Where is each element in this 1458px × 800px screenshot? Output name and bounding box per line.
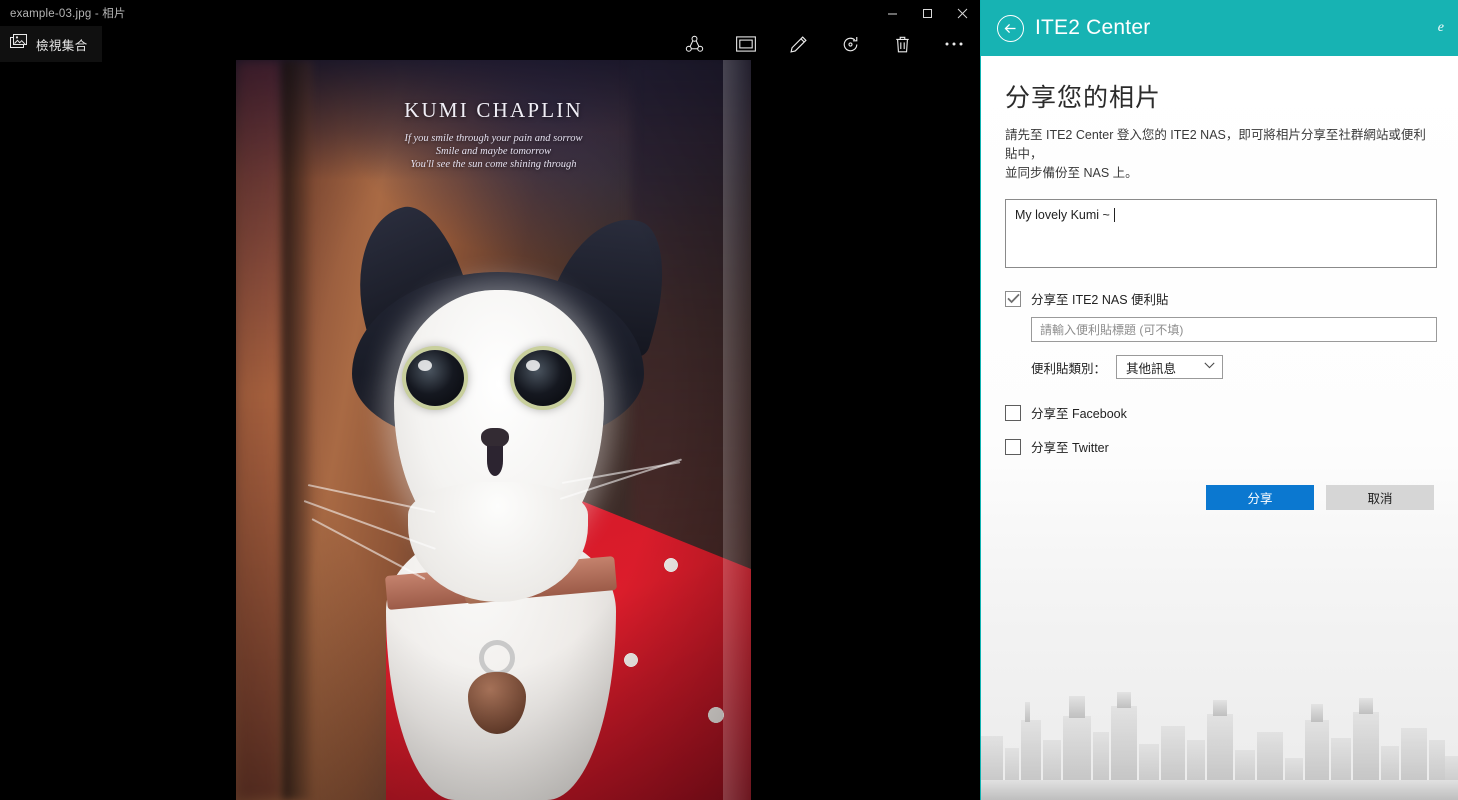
screen: example-03.jpg - 相片 KUMI CHAPLIN If you … — [0, 0, 1458, 800]
page-title: 分享您的相片 — [1005, 84, 1162, 112]
nas-note-label: 分享至 ITE2 NAS 便利貼 — [1031, 293, 1169, 307]
photo-stage: KUMI CHAPLIN If you smile through your p… — [0, 26, 980, 800]
share-description-line-2: 並同步備份至 NAS 上。 — [1005, 166, 1138, 180]
twitter-checkbox[interactable] — [1005, 438, 1021, 455]
back-arrow-icon[interactable] — [997, 14, 1024, 42]
window-controls — [875, 0, 980, 26]
trash-icon[interactable] — [876, 26, 928, 62]
photo-door-frame — [282, 60, 312, 800]
cancel-button[interactable]: 取消 — [1326, 485, 1434, 510]
message-value: My lovely Kumi ~ — [1015, 208, 1110, 222]
photo-cat-eye-left — [406, 350, 464, 406]
share-icon[interactable] — [668, 26, 720, 62]
facebook-label: 分享至 Facebook — [1031, 407, 1127, 421]
photo-wall-stripe — [236, 60, 282, 800]
photo-cat-head — [303, 196, 683, 602]
nas-note-category-select[interactable]: 其他訊息 — [1116, 355, 1224, 379]
window-title: example-03.jpg - 相片 — [10, 8, 126, 20]
chevron-down-icon — [1204, 362, 1215, 372]
photo-cat-nose — [481, 428, 509, 448]
share-button[interactable]: 分享 — [1206, 485, 1314, 510]
slideshow-icon[interactable] — [720, 26, 772, 62]
ellipsis-icon[interactable] — [928, 26, 980, 62]
maximize-button[interactable] — [910, 0, 945, 26]
photo-overlay-line-3: You'll see the sun come shining through — [410, 159, 577, 170]
pencil-icon[interactable] — [772, 26, 824, 62]
nas-note-category-value: 其他訊息 — [1126, 361, 1177, 376]
nas-note-title-input[interactable]: 請輸入便利貼標題 (可不填) — [1031, 317, 1437, 342]
skyline-illustration — [981, 692, 1458, 800]
minimize-button[interactable] — [875, 0, 910, 26]
ite2-share-panel: ITE2 Center e 分享您的相片 請先至 ITE2 Center 登入您… — [980, 0, 1458, 800]
photo-overlay-line-2: Smile and maybe tomorrow — [435, 146, 552, 157]
photo-overlay-line-1: If you smile through your pain and sorro… — [404, 133, 583, 144]
photos-toolbar: 檢視集合 — [0, 26, 980, 62]
share-panel-buttons: 分享 取消 — [1005, 485, 1434, 510]
photo-collar-ring — [479, 640, 515, 676]
twitter-checkbox-row[interactable]: 分享至 Twitter — [1005, 437, 1434, 456]
photo-overlay-title: KUMI CHAPLIN — [404, 98, 583, 122]
photo-text-overlay: KUMI CHAPLIN If you smile through your p… — [236, 98, 751, 171]
photos-app-window: example-03.jpg - 相片 KUMI CHAPLIN If you … — [0, 0, 980, 800]
share-description: 請先至 ITE2 Center 登入您的 ITE2 NAS，即可將相片分享至社群… — [1005, 126, 1434, 183]
nas-note-checkbox-row[interactable]: 分享至 ITE2 NAS 便利貼 — [1005, 289, 1434, 308]
nas-note-checkbox[interactable] — [1005, 290, 1021, 307]
message-textarea[interactable]: My lovely Kumi ~ — [1005, 199, 1437, 268]
view-collection-button[interactable]: 檢視集合 — [0, 26, 102, 62]
facebook-checkbox-row[interactable]: 分享至 Facebook — [1005, 403, 1434, 422]
toolbar-actions — [668, 26, 980, 62]
panel-title: ITE2 Center — [1035, 16, 1151, 39]
text-caret — [1113, 208, 1115, 222]
share-panel-content: 分享您的相片 請先至 ITE2 Center 登入您的 ITE2 NAS，即可將… — [981, 56, 1458, 510]
nas-note-category-row: 便利貼類別： 其他訊息 — [1031, 355, 1434, 379]
rotate-icon[interactable] — [824, 26, 876, 62]
twitter-label: 分享至 Twitter — [1031, 441, 1109, 455]
ite2-logo-icon: e — [1437, 20, 1444, 35]
view-collection-label: 檢視集合 — [36, 38, 88, 53]
photo-image[interactable]: KUMI CHAPLIN If you smile through your p… — [236, 60, 751, 800]
nas-note-category-label: 便利貼類別： — [1031, 361, 1107, 376]
window-titlebar: example-03.jpg - 相片 — [0, 0, 980, 26]
share-panel-header: ITE2 Center e — [981, 0, 1458, 56]
facebook-checkbox[interactable] — [1005, 404, 1021, 421]
photo-cat-eye-right — [514, 350, 572, 406]
share-description-line-1: 請先至 ITE2 Center 登入您的 ITE2 NAS，即可將相片分享至社群… — [1005, 128, 1426, 161]
collection-icon — [10, 34, 27, 54]
nas-note-title-placeholder: 請輸入便利貼標題 (可不填) — [1040, 323, 1184, 337]
photo-cat-mouth — [487, 446, 503, 476]
close-button[interactable] — [945, 0, 980, 26]
